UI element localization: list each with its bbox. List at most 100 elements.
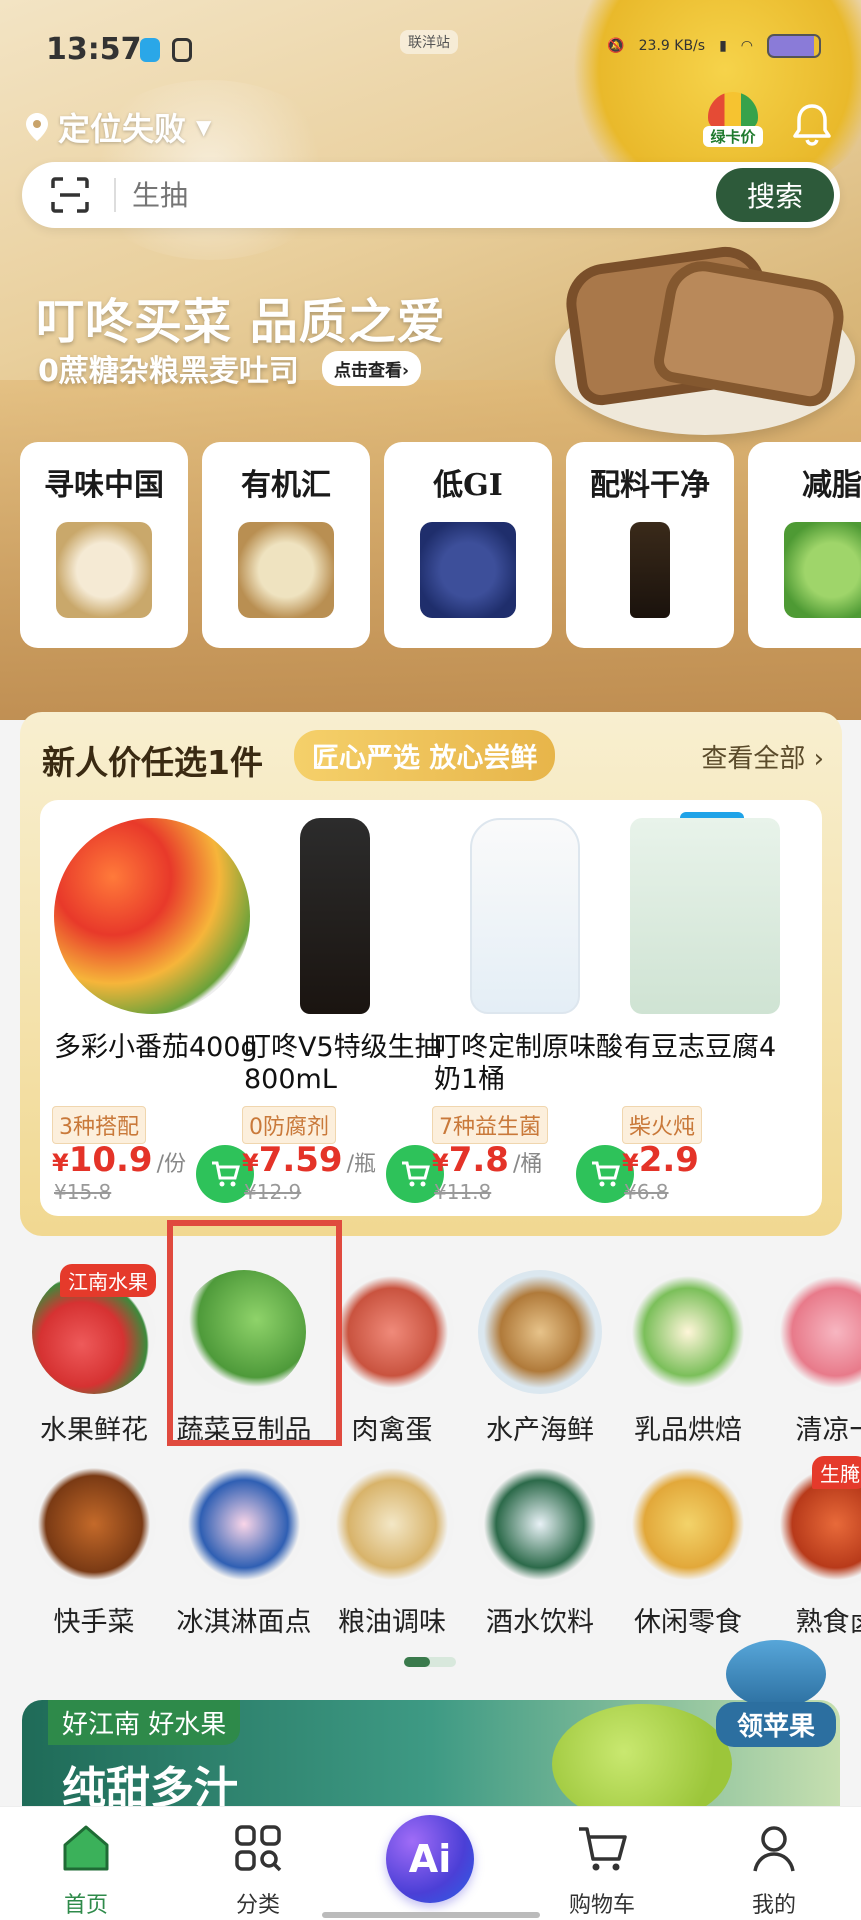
location-pin-icon — [26, 113, 48, 141]
notification-icon — [140, 38, 160, 62]
nav-mine[interactable]: 我的 — [714, 1821, 834, 1919]
location-selector[interactable]: 定位失败 ▼ — [26, 104, 211, 150]
cart-icon — [579, 1827, 627, 1871]
product-tag: 0防腐剂 — [242, 1106, 336, 1144]
product-tag: 柴火炖 — [622, 1106, 703, 1144]
category-icecream-pastry[interactable]: 冰淇淋面点 — [170, 1462, 318, 1639]
theme-card[interactable]: 寻味中国 — [20, 442, 188, 648]
tofu-product-image — [630, 818, 780, 1014]
page-indicator — [404, 1657, 456, 1667]
category-image — [32, 1462, 156, 1586]
search-button[interactable]: 搜索 — [716, 168, 834, 222]
theme-card-title: 配料干净 — [590, 468, 710, 503]
original-price: ¥11.8 — [434, 1180, 492, 1204]
view-all-link[interactable]: 查看全部 › — [701, 738, 824, 775]
yogurt-product-image — [470, 818, 580, 1014]
product-carousel: 多彩小番茄400g 3种搭配 ¥10.9/份 ¥15.8 叮咚V5特级生抽800… — [40, 800, 822, 1216]
category-label: 酒水饮料 — [486, 1607, 594, 1638]
category-image — [626, 1270, 750, 1394]
selection-highlight — [167, 1220, 342, 1446]
user-icon — [753, 1826, 795, 1872]
theme-card-title: 寻味中国 — [44, 468, 164, 503]
ai-assistant-button[interactable]: Ai — [386, 1815, 474, 1903]
theme-product-image — [630, 522, 670, 618]
floating-label: 领苹果 — [716, 1702, 836, 1747]
theme-card[interactable]: 减脂 — [748, 442, 861, 648]
category-summer-drinks[interactable]: 清凉一 — [762, 1270, 861, 1447]
category-label: 熟食卤 — [795, 1607, 861, 1638]
theme-card-title: 减脂 — [802, 468, 861, 503]
category-image — [774, 1270, 861, 1394]
category-label: 水果鲜花 — [40, 1415, 148, 1446]
page-indicator-active — [404, 1657, 430, 1667]
status-time: 13:57 — [46, 32, 142, 67]
bell-icon[interactable] — [792, 102, 832, 146]
category-image — [330, 1270, 454, 1394]
category-label: 水产海鲜 — [486, 1415, 594, 1446]
theme-product-image — [238, 522, 334, 618]
category-drinks[interactable]: 酒水饮料 — [466, 1462, 614, 1639]
banner-cta-button[interactable]: 点击查看› — [322, 351, 422, 386]
category-badge: 江南水果 — [60, 1264, 156, 1297]
newbie-title: 新人价任选1件 — [42, 743, 263, 782]
category-deli[interactable]: 熟食卤 生腌 — [762, 1456, 861, 1639]
green-card-label: 绿卡价 — [703, 126, 763, 147]
product-tag: 3种搭配 — [52, 1106, 146, 1144]
tomato-product-image — [54, 818, 250, 1014]
theme-card[interactable]: 低GI — [384, 442, 552, 648]
category-label: 休闲零食 — [634, 1607, 742, 1638]
category-image — [182, 1462, 306, 1586]
scan-icon[interactable] — [50, 176, 90, 214]
category-fruit-flowers[interactable]: 水果鲜花 江南水果 — [20, 1264, 168, 1447]
product-price: ¥10.9/份 — [52, 1140, 187, 1180]
banner-title: 叮咚买菜 品质之爱 — [36, 294, 446, 350]
original-price: ¥6.8 — [624, 1180, 669, 1204]
newbie-tag: 匠心严选 放心尝鲜 — [294, 730, 556, 781]
category-label: 粮油调味 — [338, 1607, 446, 1638]
category-image — [626, 1462, 750, 1586]
theme-card[interactable]: 有机汇 — [202, 442, 370, 648]
home-icon — [63, 1825, 109, 1871]
nav-home[interactable]: 首页 — [26, 1821, 146, 1919]
product-price: ¥2.9 — [622, 1140, 699, 1180]
category-seafood[interactable]: 水产海鲜 — [466, 1270, 614, 1447]
product-tag: 7种益生菌 — [432, 1106, 548, 1144]
category-snacks[interactable]: 休闲零食 — [614, 1462, 762, 1639]
product-name: 有豆志豆腐4 — [624, 1032, 777, 1063]
theme-card[interactable]: 配料干净 — [566, 442, 734, 648]
caret-down-icon: ▼ — [196, 115, 212, 139]
original-price: ¥12.9 — [244, 1180, 302, 1204]
nav-label: 购物车 — [568, 1893, 635, 1918]
category-quick-meals[interactable]: 快手菜 — [20, 1462, 168, 1639]
promo-tag: 好江南 好水果 — [48, 1700, 241, 1745]
nav-label: 分类 — [235, 1893, 280, 1918]
category-image — [478, 1270, 602, 1394]
product-card[interactable]: 有豆志豆腐4 柴火炖 ¥2.9 ¥6.8 — [610, 800, 822, 1216]
nav-cart[interactable]: 购物车 — [542, 1821, 662, 1919]
product-price: ¥7.59/瓶 — [242, 1140, 377, 1180]
grapes-image — [552, 1704, 732, 1810]
category-grain-oil-seasoning[interactable]: 粮油调味 — [318, 1462, 466, 1639]
soy-sauce-product-image — [300, 818, 370, 1014]
banner-subtitle: 0蔗糖杂粮黑麦吐司 — [38, 354, 299, 389]
notification-icon — [172, 38, 192, 62]
nav-category[interactable]: 分类 — [198, 1821, 318, 1919]
green-card-price-button[interactable]: 绿卡价 — [703, 92, 763, 154]
fish-icon — [726, 1640, 826, 1708]
network-speed: 23.9 KB/s — [638, 38, 706, 54]
search-input[interactable] — [132, 176, 612, 214]
status-bar: 13:57 联洋站 🔕 23.9 KB/s ▮ ◠ — [0, 0, 861, 100]
promo-title: 纯甜多汁 — [62, 1763, 238, 1810]
nav-label: 我的 — [751, 1893, 796, 1918]
category-label: 乳品烘焙 — [634, 1415, 742, 1446]
category-badge: 生腌 — [812, 1456, 861, 1489]
category-image — [330, 1462, 454, 1586]
nav-label: 首页 — [63, 1893, 108, 1918]
category-grid: 水果鲜花 江南水果 蔬菜豆制品 肉禽蛋 水产海鲜 乳品烘焙 清凉一 快手菜 冰淇… — [0, 1256, 861, 1646]
mute-icon: 🔕 — [607, 38, 625, 54]
grid-icon — [235, 1825, 282, 1872]
floating-apple-button[interactable]: 领苹果 — [716, 1640, 836, 1760]
theme-product-image — [56, 522, 152, 618]
location-label: 定位失败 — [58, 110, 187, 148]
category-dairy-bakery[interactable]: 乳品烘焙 — [614, 1270, 762, 1447]
